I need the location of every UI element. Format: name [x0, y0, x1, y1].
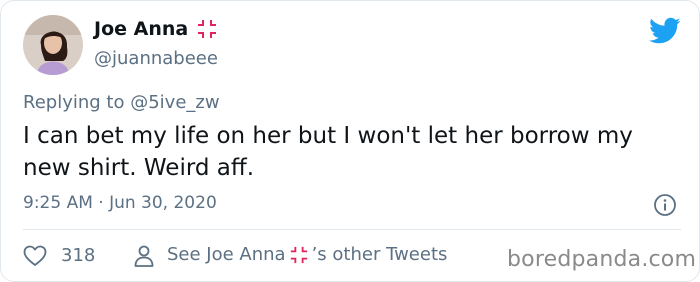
- heart-icon[interactable]: [23, 245, 47, 267]
- tweet-card: Joe Anna @juannabeee Replying to @5ive_z…: [0, 0, 700, 282]
- see-other-tweets-link[interactable]: See Joe Anna ’s other Tweets: [167, 244, 447, 265]
- author-row: Joe Anna: [94, 18, 218, 40]
- twitter-bird-icon[interactable]: [649, 17, 681, 45]
- author-handle[interactable]: @juannabeee: [94, 48, 218, 69]
- info-icon[interactable]: [653, 193, 677, 217]
- anger-symbol-icon: [196, 18, 218, 40]
- see-other-tweets-suffix: ’s other Tweets: [311, 244, 448, 265]
- see-other-tweets-prefix: See Joe Anna: [167, 244, 286, 265]
- tweet-timestamp[interactable]: 9:25 AM · Jun 30, 2020: [23, 193, 217, 213]
- reply-context: Replying to @5ive_zw: [23, 92, 220, 113]
- person-icon[interactable]: [133, 244, 155, 268]
- watermark: boredpanda.com: [507, 247, 697, 272]
- divider: [23, 229, 681, 230]
- reply-prefix: Replying to: [23, 92, 125, 113]
- avatar[interactable]: [23, 15, 83, 75]
- author-name[interactable]: Joe Anna: [94, 18, 188, 40]
- anger-symbol-icon: [289, 245, 309, 265]
- reply-to-handle[interactable]: @5ive_zw: [130, 92, 219, 113]
- like-count[interactable]: 318: [61, 245, 95, 266]
- tweet-text: I can bet my life on her but I won't let…: [23, 123, 633, 181]
